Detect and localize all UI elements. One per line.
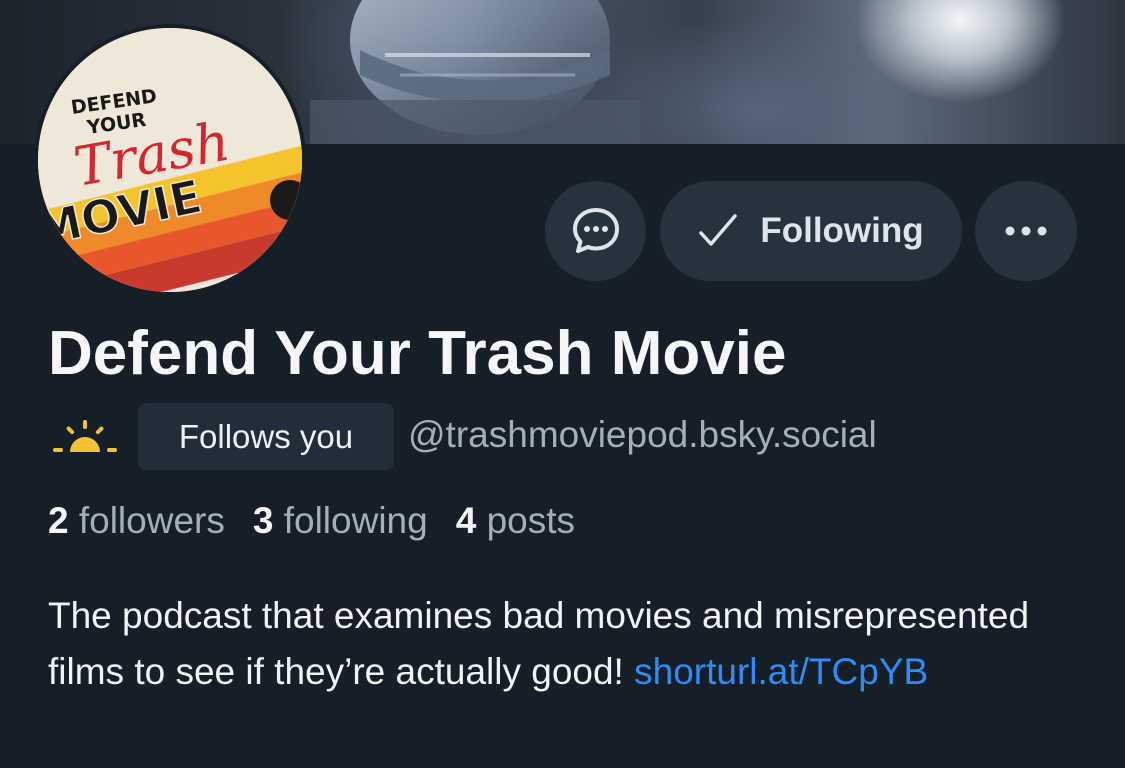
followers-count: 2: [48, 500, 69, 541]
following-label: following: [283, 500, 428, 541]
profile-page: DEFEND YOUR Trash MOVIE Following Defend…: [0, 0, 1125, 768]
following-button-label: Following: [760, 211, 924, 250]
following-count: 3: [252, 500, 274, 541]
posts-stat: 4 posts: [456, 500, 575, 541]
following-stat[interactable]: 3 following: [253, 500, 428, 541]
followers-stat[interactable]: 2 followers: [48, 500, 225, 541]
profile-handle: @trashmoviepod.bsky.social: [408, 414, 877, 455]
bio-link[interactable]: shorturl.at/TCpYB: [634, 651, 928, 692]
profile-bio: The podcast that examines bad movies and…: [48, 588, 1078, 700]
profile-avatar[interactable]: DEFEND YOUR Trash MOVIE: [34, 24, 306, 296]
avatar-image: DEFEND YOUR Trash MOVIE: [38, 28, 302, 292]
posts-count: 4: [455, 500, 477, 541]
follows-you-badge: Follows you: [138, 403, 394, 470]
profile-stats: 2 followers 3 following 4 posts: [48, 500, 575, 542]
message-button[interactable]: [545, 181, 646, 281]
more-options-button[interactable]: [975, 181, 1077, 281]
followers-label: followers: [78, 500, 225, 541]
display-name: Defend Your Trash Movie: [48, 319, 787, 388]
posts-label: posts: [486, 500, 575, 541]
banner-image: [310, 0, 640, 144]
following-button[interactable]: Following: [660, 181, 962, 281]
sun-icon: [53, 420, 117, 452]
ellipsis-icon: [1005, 226, 1047, 236]
checkmark-icon: [699, 214, 738, 246]
message-bubble-icon: [572, 208, 619, 253]
